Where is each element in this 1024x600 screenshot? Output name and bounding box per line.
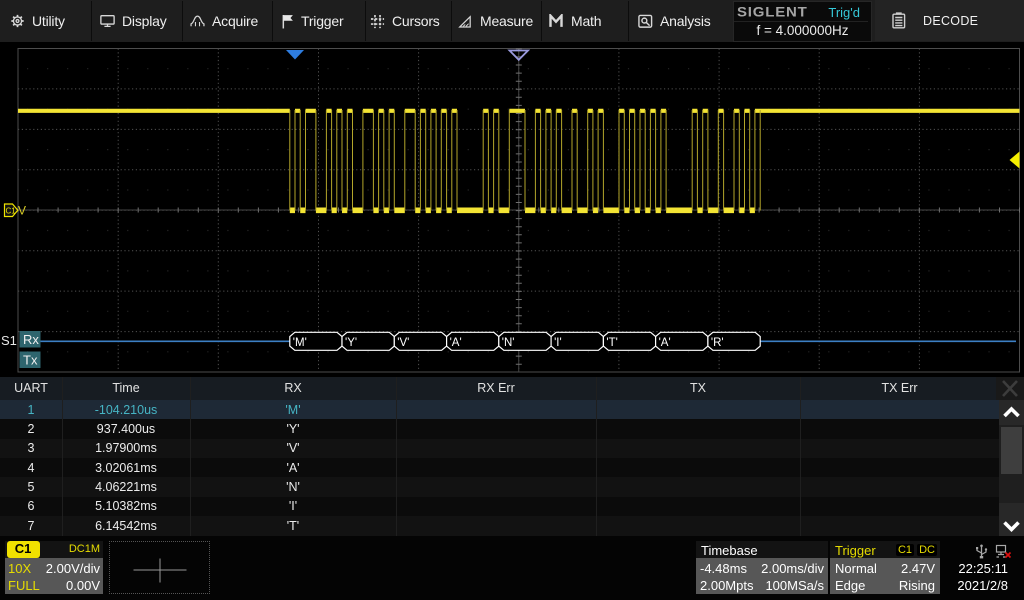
svg-text:Tx: Tx bbox=[23, 353, 38, 368]
svg-text:'Y': 'Y' bbox=[345, 337, 357, 349]
svg-text:V: V bbox=[18, 204, 26, 218]
svg-text:'R': 'R' bbox=[711, 337, 724, 349]
svg-text:'I': 'I' bbox=[554, 337, 562, 349]
svg-text:'A': 'A' bbox=[450, 337, 462, 349]
svg-text:'V': 'V' bbox=[397, 337, 409, 349]
svg-text:Rx: Rx bbox=[23, 332, 39, 347]
svg-text:'T': 'T' bbox=[606, 337, 617, 349]
svg-text:'M': 'M' bbox=[293, 337, 307, 349]
svg-text:C1: C1 bbox=[6, 207, 17, 216]
svg-text:'N': 'N' bbox=[502, 337, 515, 349]
svg-text:S1: S1 bbox=[1, 333, 17, 348]
svg-text:'A': 'A' bbox=[659, 337, 671, 349]
